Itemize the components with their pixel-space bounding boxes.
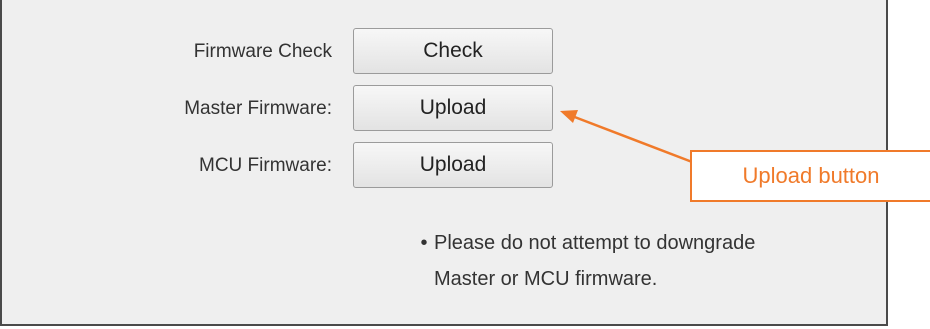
check-button[interactable]: Check [353, 28, 553, 74]
downgrade-warning-line-2: Master or MCU firmware. [434, 268, 658, 290]
firmware-check-label: Firmware Check [193, 41, 332, 62]
mcu-firmware-upload-button[interactable]: Upload [353, 142, 553, 188]
master-firmware-label: Master Firmware: [184, 98, 332, 119]
downgrade-warning-text: Please do not attempt to downgrade Maste… [434, 225, 884, 297]
master-firmware-upload-button[interactable]: Upload [353, 85, 553, 131]
mcu-firmware-label: MCU Firmware: [199, 155, 332, 176]
bullet-icon: • [420, 232, 428, 254]
upload-button-callout: Upload button [690, 150, 930, 202]
downgrade-warning-line-1: Please do not attempt to downgrade [434, 232, 756, 254]
